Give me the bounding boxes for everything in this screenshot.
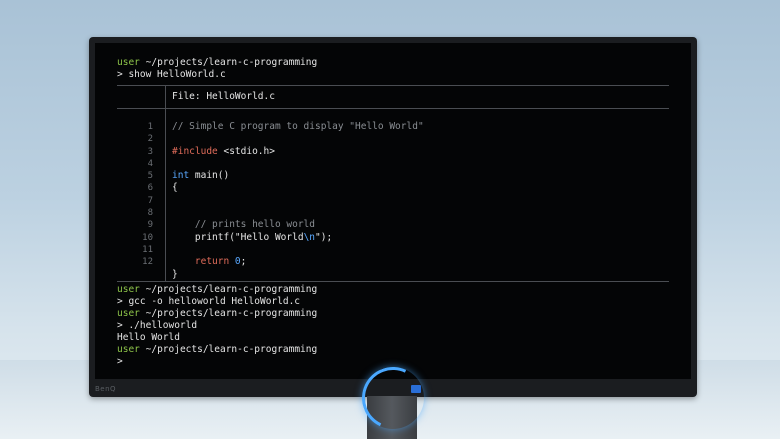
line-number: 1: [147, 122, 153, 132]
file-viewer: File: HelloWorld.c 1 2 3 4 5 6 7 8 9 10: [117, 85, 669, 282]
prompt-path: ~/projects/learn-c-programming: [145, 307, 318, 319]
brand-logo: BenQ: [95, 385, 117, 393]
prompt-line: user ~/projects/learn-c-programming: [117, 308, 669, 320]
statement-end: ;: [240, 256, 247, 268]
program-output: Hello World: [117, 331, 180, 343]
printf-end: ");: [315, 231, 333, 243]
prompt-user: user: [117, 283, 140, 295]
line-number: 2: [147, 134, 153, 145]
compile-command: > gcc -o helloworld HelloWorld.c: [117, 295, 301, 307]
code-line-6: {: [172, 182, 178, 194]
code-line-12: return 0;: [172, 256, 424, 268]
prompt-line: user ~/projects/learn-c-programming: [117, 344, 669, 356]
prompt-user: user: [117, 343, 140, 355]
terminal-output: user ~/projects/learn-c-programming > sh…: [117, 57, 669, 368]
header-gutter: [117, 86, 166, 108]
terminal-screen[interactable]: user ~/projects/learn-c-programming > sh…: [95, 43, 691, 379]
line-number: 8: [147, 208, 153, 219]
prompt-line: user ~/projects/learn-c-programming: [117, 284, 669, 296]
line-number: 11: [142, 244, 153, 255]
line-number: 5: [147, 171, 153, 182]
code-line-10: printf("Hello World\n");: [172, 232, 424, 244]
main-signature: main(): [189, 170, 230, 182]
code-line-1: // Simple C program to display "Hello Wo…: [172, 121, 424, 132]
line-number: 9: [147, 220, 153, 231]
code-area: 1 2 3 4 5 6 7 8 9 10 11 12 // Simple C p…: [117, 109, 669, 281]
code-line-9: // prints hello world: [172, 219, 315, 231]
viewer-bottom-divider: [117, 280, 669, 282]
printf-call: printf("Hello World: [172, 231, 304, 243]
prompt-line: user ~/projects/learn-c-programming: [117, 57, 669, 69]
include-header: <stdio.h>: [217, 145, 275, 157]
newline-escape: \n: [303, 231, 316, 243]
line-number: 4: [147, 158, 153, 169]
file-title: File: HelloWorld.c: [172, 91, 275, 102]
line-number: 10: [142, 232, 153, 243]
run-command: > ./helloworld: [117, 319, 198, 331]
code-line-3: #include <stdio.h>: [172, 146, 424, 158]
line-number-gutter: 1 2 3 4 5 6 7 8 9 10 11 12: [117, 109, 166, 281]
int-keyword: int: [172, 170, 190, 182]
line-number: 7: [147, 195, 153, 206]
prompt-path: ~/projects/learn-c-programming: [145, 57, 318, 68]
line-number: 3: [147, 146, 153, 157]
line-number: 12: [142, 257, 153, 268]
return-keyword: return: [172, 256, 230, 268]
prompt-path: ~/projects/learn-c-programming: [145, 283, 318, 295]
code-line-5: int main(): [172, 170, 424, 182]
line-number: 6: [147, 183, 153, 194]
code-line-13: }: [172, 268, 178, 280]
command-line: > show HelloWorld.c: [117, 69, 226, 80]
file-header: File: HelloWorld.c: [117, 86, 669, 108]
code-content: // Simple C program to display "Hello Wo…: [166, 109, 424, 281]
session-continuation: user ~/projects/learn-c-programming > gc…: [117, 284, 669, 368]
prompt-user: user: [117, 307, 140, 319]
prompt-user: user: [117, 57, 140, 68]
include-directive: #include: [172, 145, 218, 157]
prompt-path: ~/projects/learn-c-programming: [145, 343, 318, 355]
monitor: user ~/projects/learn-c-programming > sh…: [89, 37, 697, 397]
return-value: 0: [229, 256, 241, 268]
